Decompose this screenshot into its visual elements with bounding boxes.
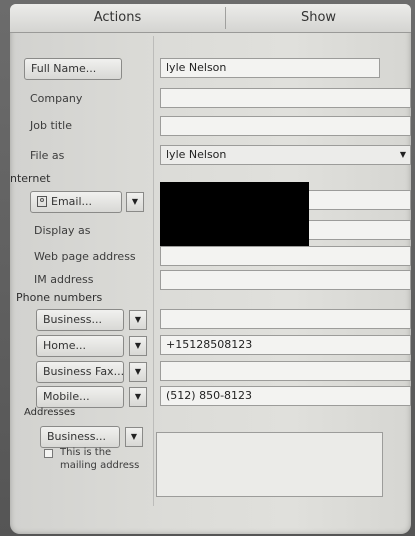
- phone-business-field[interactable]: [160, 309, 411, 329]
- im-address-field[interactable]: [160, 270, 411, 290]
- file-as-label: File as: [30, 149, 65, 162]
- phone-type-business-fax-dropdown[interactable]: ▼: [129, 362, 147, 382]
- phone-numbers-heading: Phone numbers: [16, 291, 103, 304]
- internet-section-heading: nternet: [10, 172, 51, 185]
- phone-type-business-button[interactable]: Business...: [36, 309, 124, 331]
- job-title-label: Job title: [30, 119, 72, 132]
- email-button-label: Email...: [51, 195, 93, 208]
- chevron-down-icon: ▼: [130, 432, 138, 441]
- chevron-down-icon: ▼: [134, 315, 142, 324]
- addresses-heading: Addresses: [24, 407, 76, 418]
- email-button[interactable]: Email...: [30, 191, 122, 213]
- chevron-down-icon: ▼: [134, 392, 142, 401]
- phone-type-business-dropdown[interactable]: ▼: [129, 310, 147, 330]
- im-address-label: IM address: [34, 273, 94, 286]
- mailing-address-label-line1: This is the: [60, 447, 112, 458]
- chevron-down-icon: ▼: [399, 150, 406, 159]
- email-type-dropdown[interactable]: ▼: [126, 192, 144, 212]
- company-field[interactable]: [160, 88, 411, 108]
- phone-type-home-dropdown[interactable]: ▼: [129, 336, 147, 356]
- full-name-button[interactable]: Full Name...: [24, 58, 122, 80]
- job-title-field[interactable]: [160, 116, 411, 136]
- address-type-button[interactable]: Business...: [40, 426, 120, 448]
- mailing-address-label-line2: mailing address: [60, 460, 140, 471]
- web-page-address-field[interactable]: [160, 246, 411, 266]
- label-column-divider: [153, 36, 154, 506]
- phone-type-mobile-button[interactable]: Mobile...: [36, 386, 124, 408]
- contact-card-icon: [37, 196, 47, 207]
- phone-home-field[interactable]: +15128508123: [160, 335, 411, 355]
- phone-business-fax-field[interactable]: [160, 361, 411, 381]
- file-as-select[interactable]: lyle Nelson ▼: [160, 145, 411, 165]
- redaction-block: [160, 182, 309, 246]
- web-page-address-label: Web page address: [34, 250, 136, 263]
- phone-mobile-field[interactable]: (512) 850-8123: [160, 386, 411, 406]
- full-name-field[interactable]: lyle Nelson: [160, 58, 380, 78]
- display-as-label: Display as: [34, 224, 91, 237]
- chevron-down-icon: ▼: [131, 197, 139, 206]
- address-textarea[interactable]: [156, 432, 383, 497]
- screen-background: Actions Show Full Name... lyle Nelson Co…: [0, 0, 415, 536]
- tab-actions[interactable]: Actions: [10, 4, 225, 32]
- file-as-value: lyle Nelson: [166, 148, 227, 161]
- phone-type-home-button[interactable]: Home...: [36, 335, 124, 357]
- company-label: Company: [30, 92, 83, 105]
- tab-show[interactable]: Show: [226, 4, 411, 32]
- phone-type-mobile-dropdown[interactable]: ▼: [129, 387, 147, 407]
- ribbon-tab-bar: Actions Show: [10, 4, 411, 33]
- chevron-down-icon: ▼: [134, 367, 142, 376]
- chevron-down-icon: ▼: [134, 341, 142, 350]
- contact-form-panel: Actions Show Full Name... lyle Nelson Co…: [10, 4, 411, 534]
- mailing-address-checkbox[interactable]: [44, 449, 53, 458]
- address-type-dropdown[interactable]: ▼: [125, 427, 143, 447]
- phone-type-business-fax-button[interactable]: Business Fax...: [36, 361, 124, 383]
